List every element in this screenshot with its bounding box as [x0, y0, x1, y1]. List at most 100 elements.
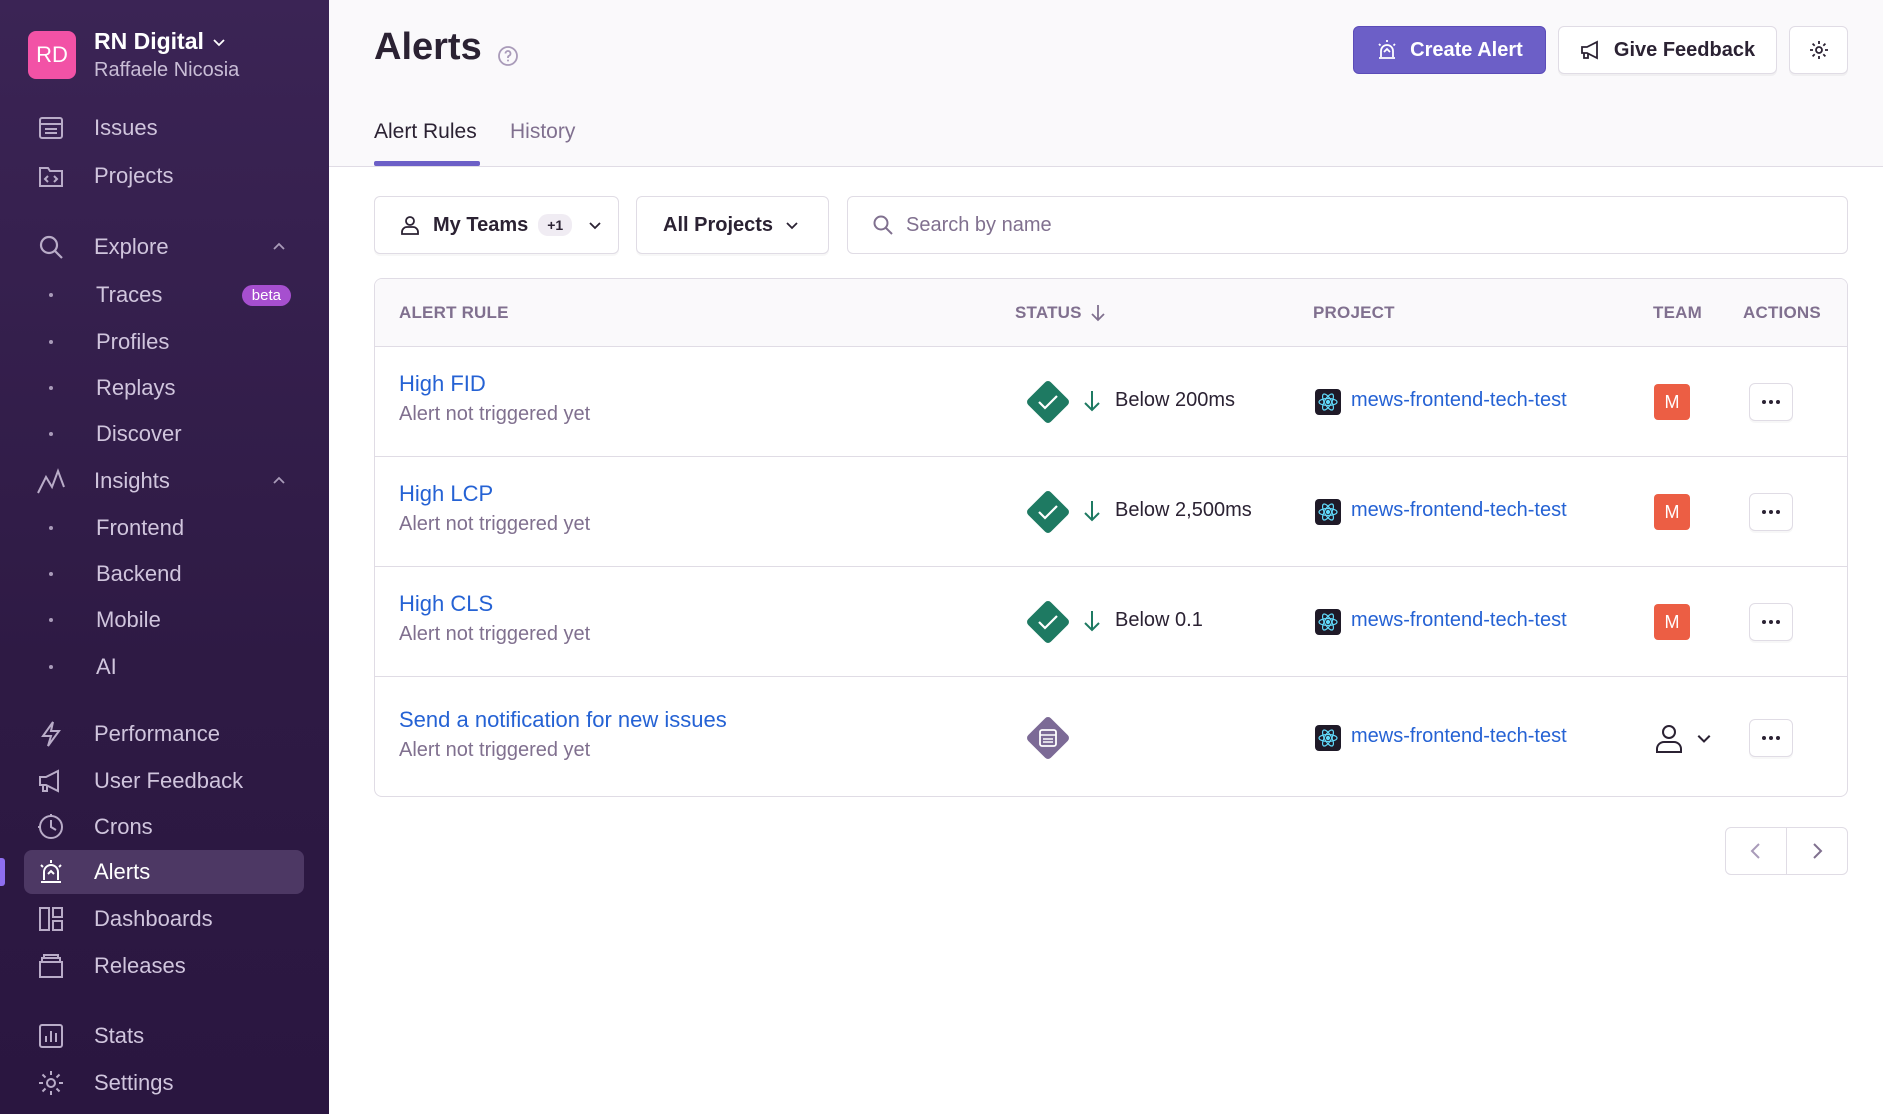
ellipsis-icon	[1762, 400, 1780, 404]
column-header: TEAM	[1653, 303, 1702, 322]
column-header: ACTIONS	[1743, 303, 1821, 322]
tab-history[interactable]: History	[510, 120, 575, 144]
table-row: High FID Alert not triggered yet Below 2…	[375, 347, 1847, 457]
chevron-up-icon	[273, 242, 285, 250]
sidebar-item-projects[interactable]: Projects	[24, 154, 304, 198]
sidebar-item-stats[interactable]: Stats	[24, 1014, 304, 1058]
settings-button[interactable]	[1789, 26, 1848, 74]
page-header: Alerts Create Alert Give Feedback Alert …	[329, 0, 1883, 167]
project-link[interactable]: mews-frontend-tech-test	[1351, 389, 1567, 412]
sidebar-item-replays[interactable]: Replays	[24, 366, 304, 410]
react-icon	[1315, 725, 1341, 751]
insights-icon	[36, 466, 66, 496]
active-indicator	[0, 858, 5, 886]
sidebar-item-label: User Feedback	[94, 768, 244, 793]
search-icon	[36, 232, 66, 262]
project-link[interactable]: mews-frontend-tech-test	[1351, 499, 1567, 522]
sidebar-item-releases[interactable]: Releases	[24, 944, 304, 988]
row-actions-button[interactable]	[1749, 493, 1793, 531]
table-header: ALERT RULE STATUS PROJECT TEAM ACTIONS	[375, 279, 1847, 347]
sidebar-item-label: Releases	[94, 953, 186, 978]
issue-alert-icon	[1027, 717, 1069, 759]
project-link[interactable]: mews-frontend-tech-test	[1351, 725, 1567, 748]
sidebar-item-label: Insights	[94, 468, 170, 493]
chevron-down-icon	[213, 38, 225, 46]
create-alert-button[interactable]: Create Alert	[1353, 26, 1546, 74]
sidebar-item-issues[interactable]: Issues	[24, 106, 304, 150]
user-icon	[401, 216, 419, 235]
status-threshold: Below 2,500ms	[1115, 499, 1252, 521]
chevron-up-icon	[273, 476, 285, 484]
sidebar-item-mobile[interactable]: Mobile	[24, 598, 304, 642]
sidebar: RD RN Digital Raffaele Nicosia Issues Pr…	[0, 0, 329, 1114]
org-switcher[interactable]: RD RN Digital Raffaele Nicosia	[28, 28, 239, 82]
bar-chart-icon	[36, 1021, 66, 1051]
sidebar-item-dashboards[interactable]: Dashboards	[24, 897, 304, 941]
sidebar-item-insights[interactable]: Insights	[24, 459, 304, 503]
team-avatar: M	[1654, 384, 1690, 420]
ellipsis-icon	[1762, 736, 1780, 740]
ellipsis-icon	[1762, 620, 1780, 624]
resolved-status-icon	[1027, 381, 1069, 423]
sidebar-item-label: Projects	[94, 163, 174, 188]
user-icon	[1656, 725, 1682, 753]
clock-icon	[36, 812, 66, 842]
teams-filter[interactable]: My Teams +1	[374, 196, 619, 254]
row-actions-button[interactable]	[1749, 603, 1793, 641]
sidebar-item-traces[interactable]: Traces beta	[24, 273, 304, 317]
search-icon	[873, 215, 893, 235]
arrow-down-icon	[1084, 501, 1100, 522]
give-feedback-button[interactable]: Give Feedback	[1558, 26, 1777, 74]
sidebar-item-label: Mobile	[96, 607, 161, 632]
projects-filter[interactable]: All Projects	[636, 196, 829, 254]
sidebar-item-explore[interactable]: Explore	[24, 225, 304, 269]
search-input[interactable]	[906, 213, 1806, 237]
sidebar-item-label: Discover	[96, 421, 182, 446]
sidebar-item-frontend[interactable]: Frontend	[24, 506, 304, 550]
alert-rule-link[interactable]: High LCP	[399, 481, 493, 507]
row-actions-button[interactable]	[1749, 383, 1793, 421]
arrow-down-icon	[1084, 611, 1100, 632]
siren-icon	[1376, 39, 1398, 61]
org-avatar: RD	[28, 31, 76, 79]
previous-page-button[interactable]	[1726, 828, 1787, 874]
table-row: Send a notification for new issues Alert…	[375, 677, 1847, 796]
sidebar-item-performance[interactable]: Performance	[24, 712, 304, 756]
pagination	[1725, 827, 1848, 875]
next-page-button[interactable]	[1787, 828, 1847, 874]
status-sort-header[interactable]: STATUS	[1015, 303, 1106, 323]
sidebar-item-crons[interactable]: Crons	[24, 805, 304, 849]
react-icon	[1315, 609, 1341, 635]
chevron-right-icon	[1813, 843, 1823, 859]
beta-badge: beta	[241, 284, 291, 306]
sidebar-item-backend[interactable]: Backend	[24, 552, 304, 596]
teams-count-badge: +1	[538, 214, 573, 236]
org-name: RN Digital	[94, 28, 204, 54]
org-user-name: Raffaele Nicosia	[94, 59, 240, 81]
alert-rule-link[interactable]: High CLS	[399, 591, 493, 617]
alert-rule-link[interactable]: Send a notification for new issues	[399, 707, 727, 733]
sidebar-item-ai[interactable]: AI	[24, 645, 304, 689]
alert-rule-subtext: Alert not triggered yet	[399, 739, 591, 761]
tab-alert-rules[interactable]: Alert Rules	[374, 120, 477, 144]
project-link[interactable]: mews-frontend-tech-test	[1351, 609, 1567, 632]
sidebar-item-alerts[interactable]: Alerts	[24, 850, 304, 894]
sidebar-item-user-feedback[interactable]: User Feedback	[24, 759, 304, 803]
sidebar-item-label: Frontend	[96, 515, 185, 540]
alert-rule-link[interactable]: High FID	[399, 371, 486, 397]
sidebar-item-settings[interactable]: Settings	[24, 1061, 304, 1105]
tab-underline	[374, 161, 480, 166]
help-icon[interactable]	[497, 45, 519, 67]
lightning-icon	[36, 719, 66, 749]
react-icon	[1315, 389, 1341, 415]
sidebar-item-label: Backend	[96, 561, 182, 586]
sidebar-item-label: Crons	[94, 814, 153, 839]
team-avatar: M	[1654, 604, 1690, 640]
row-actions-button[interactable]	[1749, 719, 1793, 757]
sidebar-item-label: Traces	[96, 282, 163, 307]
assign-team-dropdown[interactable]	[1652, 721, 1712, 755]
resolved-status-icon	[1027, 491, 1069, 533]
sidebar-item-discover[interactable]: Discover	[24, 412, 304, 456]
sidebar-item-label: Dashboards	[94, 906, 213, 931]
sidebar-item-profiles[interactable]: Profiles	[24, 320, 304, 364]
